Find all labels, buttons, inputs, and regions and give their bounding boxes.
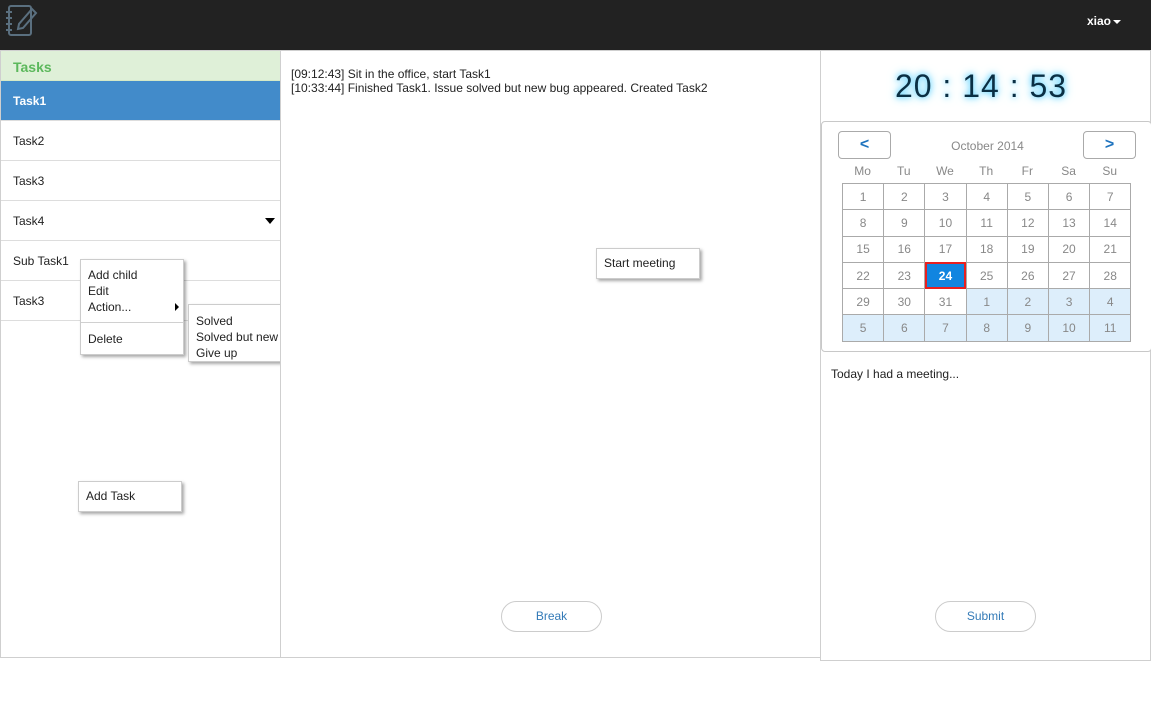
task-item-task1[interactable]: Task1 — [1, 81, 280, 121]
caret-down-icon — [1113, 19, 1121, 24]
calendar-day[interactable]: 29 — [841, 288, 885, 316]
break-button[interactable]: Break — [501, 601, 602, 632]
calendar-day[interactable]: 9 — [883, 209, 926, 237]
notebook-pencil-logo-icon[interactable] — [4, 3, 40, 39]
task-item-task2[interactable]: Task2 — [1, 121, 280, 161]
menu-item-add-child[interactable]: Add child — [81, 267, 183, 283]
menu-item-action[interactable]: Action... — [81, 299, 183, 315]
weekday-label: Tu — [897, 164, 911, 178]
calendar-day-next-month[interactable]: 11 — [1089, 314, 1132, 342]
calendar-week-row: 22 23 24 25 26 27 28 — [841, 261, 1132, 290]
calendar-day[interactable]: 18 — [965, 235, 1008, 263]
user-name: xiao — [1086, 14, 1111, 28]
tasks-header: Tasks — [1, 51, 280, 81]
menu-item-delete[interactable]: Delete — [81, 331, 183, 347]
task-label: Task2 — [13, 134, 45, 148]
log-line: [10:33:44] Finished Task1. Issue solved … — [291, 81, 708, 95]
calendar-day[interactable]: 19 — [1006, 235, 1049, 263]
task-context-menu: Add child Edit Action... Delete — [80, 259, 184, 355]
weekday-label: Fr — [1021, 164, 1033, 178]
calendar-day[interactable]: 10 — [924, 209, 967, 237]
menu-item-edit[interactable]: Edit — [81, 283, 183, 299]
calendar-day[interactable]: 22 — [841, 261, 885, 290]
weekday-label: We — [936, 164, 954, 178]
notes-text[interactable]: Today I had a meeting... — [831, 367, 959, 381]
calendar-day[interactable]: 23 — [883, 261, 926, 290]
calendar-day[interactable]: 4 — [965, 182, 1008, 211]
calendar-day-next-month[interactable]: 7 — [924, 314, 967, 342]
add-task-button[interactable]: Add Task — [78, 481, 182, 512]
calendar-week-row: 8 9 10 11 12 13 14 — [841, 209, 1132, 237]
calendar-day-next-month[interactable]: 6 — [883, 314, 926, 342]
calendar-weekday-header: Mo Tu We Th Fr Sa Su — [842, 164, 1132, 178]
calendar-day[interactable]: 26 — [1006, 261, 1049, 290]
calendar-day-next-month[interactable]: 9 — [1006, 314, 1049, 342]
menu-item-action-label: Action... — [88, 300, 132, 314]
triangle-down-icon[interactable] — [265, 218, 275, 224]
calendar-day[interactable]: 17 — [924, 235, 967, 263]
calendar-day[interactable]: 28 — [1089, 261, 1132, 290]
weekday-label: Th — [979, 164, 994, 178]
calendar-day-next-month[interactable]: 2 — [1006, 288, 1049, 316]
task-label: Task4 — [13, 214, 45, 228]
start-meeting-button[interactable]: Start meeting — [596, 248, 700, 279]
calendar-day[interactable]: 16 — [883, 235, 926, 263]
calendar-day-next-month[interactable]: 4 — [1089, 288, 1132, 316]
task-label: Task3 — [13, 174, 45, 188]
calendar-day-next-month[interactable]: 8 — [965, 314, 1008, 342]
calendar-day[interactable]: 13 — [1047, 209, 1091, 237]
log-panel: [09:12:43] Sit in the office, start Task… — [280, 50, 821, 658]
calendar-day[interactable]: 2 — [883, 182, 926, 211]
calendar-day-next-month[interactable]: 10 — [1047, 314, 1091, 342]
submit-button[interactable]: Submit — [935, 601, 1036, 632]
log-list: [09:12:43] Sit in the office, start Task… — [291, 67, 708, 95]
log-line: [09:12:43] Sit in the office, start Task… — [291, 67, 491, 81]
calendar-week-row: 1 2 3 4 5 6 7 — [841, 182, 1132, 211]
calendar-day[interactable]: 3 — [924, 182, 967, 211]
calendar-day-next-month[interactable]: 1 — [965, 288, 1008, 316]
task-label: Sub Task1 — [13, 254, 69, 268]
calendar-day[interactable]: 15 — [841, 235, 885, 263]
calendar-day[interactable]: 30 — [883, 288, 926, 316]
calendar-day[interactable]: 21 — [1089, 235, 1132, 263]
calendar-day[interactable]: 11 — [965, 209, 1008, 237]
calendar-day[interactable]: 20 — [1047, 235, 1091, 263]
calendar-day[interactable]: 6 — [1047, 182, 1091, 211]
task-item-task4[interactable]: Task4 — [1, 201, 280, 241]
calendar-day[interactable]: 25 — [965, 261, 1008, 290]
calendar-day-next-month[interactable]: 5 — [841, 314, 885, 342]
calendar-day[interactable]: 14 — [1089, 209, 1132, 237]
triangle-right-icon — [175, 303, 179, 311]
task-label: Task1 — [13, 94, 47, 108]
calendar-day-selected[interactable]: 24 — [924, 261, 967, 290]
calendar-week-row: 29 30 31 1 2 3 4 — [841, 288, 1132, 316]
calendar-week-row: 5 6 7 8 9 10 11 — [841, 314, 1132, 342]
calendar-day[interactable]: 1 — [841, 182, 885, 211]
calendar-day[interactable]: 8 — [841, 209, 885, 237]
task-label: Task3 — [13, 294, 45, 308]
calendar-week-row: 15 16 17 18 19 20 21 — [841, 235, 1132, 263]
calendar-day[interactable]: 12 — [1006, 209, 1049, 237]
menu-separator — [81, 322, 183, 323]
weekday-label: Sa — [1061, 164, 1076, 178]
task-item-task3[interactable]: Task3 — [1, 161, 280, 201]
right-panel: 20 : 14 : 53 < October 2014 > Mo Tu We T… — [820, 50, 1151, 661]
digital-clock: 20 : 14 : 53 — [894, 68, 1068, 104]
calendar-next-button[interactable]: > — [1083, 131, 1136, 159]
calendar-day[interactable]: 27 — [1047, 261, 1091, 290]
calendar: < October 2014 > Mo Tu We Th Fr Sa Su 1 … — [821, 121, 1151, 352]
weekday-label: Mo — [854, 164, 871, 178]
calendar-day[interactable]: 31 — [924, 288, 967, 316]
top-navbar: xiao — [0, 0, 1151, 50]
calendar-days-grid: 1 2 3 4 5 6 7 8 9 10 11 12 13 14 15 16 1… — [841, 182, 1132, 342]
calendar-day[interactable]: 7 — [1089, 182, 1132, 211]
weekday-label: Su — [1102, 164, 1118, 178]
calendar-day[interactable]: 5 — [1006, 182, 1049, 211]
user-menu[interactable]: xiao — [1087, 14, 1121, 28]
calendar-day-next-month[interactable]: 3 — [1047, 288, 1091, 316]
